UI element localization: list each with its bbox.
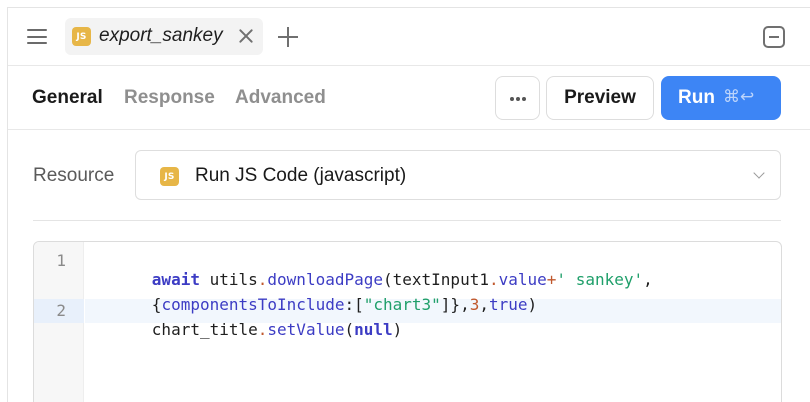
resource-select[interactable]: JS Run JS Code (javascript)	[135, 150, 781, 200]
run-button-label: Run	[678, 87, 715, 108]
tab-export-sankey[interactable]: JS export_sankey	[65, 18, 263, 55]
chevron-down-icon	[753, 167, 765, 179]
js-icon: JS	[72, 27, 91, 46]
plus-icon[interactable]	[278, 27, 298, 47]
query-editor-panel: JS export_sankey General Response Advanc…	[7, 7, 810, 402]
resource-value: Run JS Code (javascript)	[195, 165, 407, 186]
hamburger-icon[interactable]	[27, 28, 47, 45]
query-toolbar: General Response Advanced Preview Run ⌘↩	[8, 66, 810, 130]
js-icon: JS	[160, 167, 179, 186]
query-tab-bar: JS export_sankey	[8, 8, 810, 66]
tab-general[interactable]: General	[32, 87, 103, 109]
code-line: chart_title.setValue(null)	[94, 301, 402, 358]
code-line-text: chart_title.setValue(null)	[151, 320, 403, 339]
close-icon[interactable]	[237, 27, 255, 45]
run-button[interactable]: Run ⌘↩	[661, 76, 781, 120]
more-options-button[interactable]	[495, 76, 540, 120]
tab-label: export_sankey	[99, 25, 223, 46]
divider	[33, 220, 781, 221]
line-number: 1	[56, 251, 66, 270]
line-number: 2	[56, 301, 66, 320]
code-editor[interactable]: 1 2 await utils.downloadPage(textInput1.…	[33, 241, 782, 402]
preview-button[interactable]: Preview	[546, 76, 654, 120]
keyboard-shortcut-icon: ⌘↩	[723, 87, 755, 107]
tab-advanced[interactable]: Advanced	[235, 87, 326, 109]
collapse-panel-icon[interactable]	[763, 26, 785, 48]
resource-label: Resource	[33, 165, 115, 186]
tab-response[interactable]: Response	[124, 87, 215, 109]
